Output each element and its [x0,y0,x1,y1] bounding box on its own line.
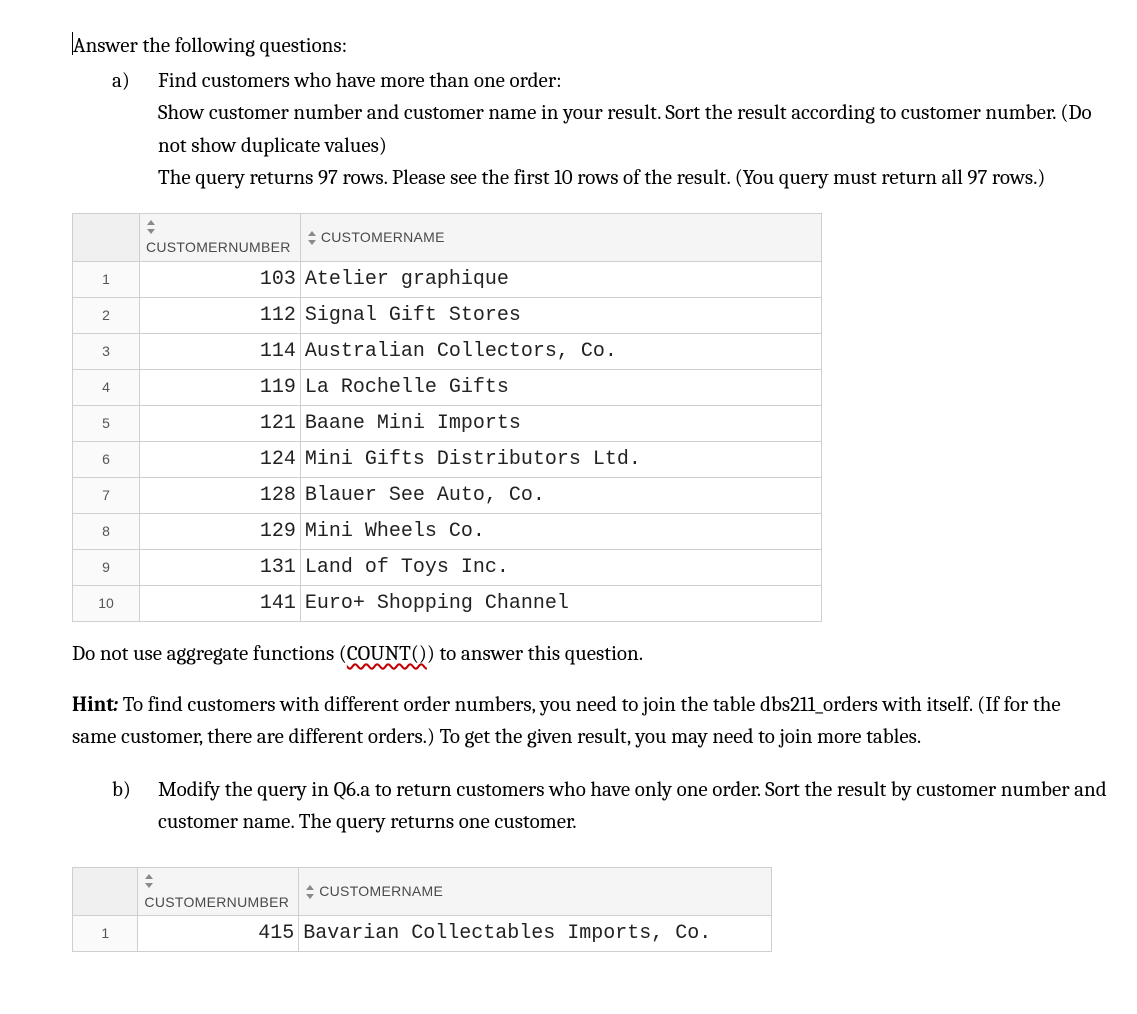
row-number: 6 [73,442,140,478]
question-a-line3: The query returns 97 rows. Please see th… [158,162,1107,195]
table-row: 5121Baane Mini Imports [73,406,822,442]
question-b-label: b) [112,774,158,807]
customer-name: La Rochelle Gifts [300,370,821,406]
column-header-customernumber[interactable]: CUSTOMERNUMBER [139,213,300,261]
customer-name: Baane Mini Imports [300,406,821,442]
result-table-a: CUSTOMERNUMBER CUSTOMERNAME 1103Atelier … [72,213,822,622]
customer-number: 129 [139,514,300,550]
count-function: COUNT() [347,642,427,666]
question-a-line1: Find customers who have more than one or… [158,65,1107,98]
column-header-customernumber[interactable]: CUSTOMERNUMBER [138,867,299,915]
row-number: 5 [73,406,140,442]
row-number: 2 [73,298,140,334]
table-row: 7128Blauer See Auto, Co. [73,478,822,514]
question-b-text: Modify the query in Q6.a to return custo… [158,774,1107,839]
no-aggregate-note: Do not use aggregate functions (COUNT())… [72,638,1107,671]
customer-name: Signal Gift Stores [300,298,821,334]
column-header-customername[interactable]: CUSTOMERNAME [299,867,772,915]
question-a-label: a) [112,65,158,98]
customer-name: Euro+ Shopping Channel [300,586,821,622]
row-number-header [73,867,138,915]
customer-number: 128 [139,478,300,514]
row-number: 9 [73,550,140,586]
row-number: 1 [73,916,138,952]
table-row: 3114Australian Collectors, Co. [73,334,822,370]
customer-number: 103 [139,262,300,298]
table-row: 1103Atelier graphique [73,262,822,298]
question-a: a) Find customers who have more than one… [112,65,1107,98]
customer-name: Atelier graphique [300,262,821,298]
customer-name: Land of Toys Inc. [300,550,821,586]
row-number: 10 [73,586,140,622]
question-a-line2: Show customer number and customer name i… [158,97,1107,162]
table-row: 2112Signal Gift Stores [73,298,822,334]
customer-number: 131 [139,550,300,586]
customer-number: 114 [139,334,300,370]
table-row: 8129Mini Wheels Co. [73,514,822,550]
table-row: 1415Bavarian Collectables Imports, Co. [73,916,772,952]
sort-icon [146,220,156,234]
intro-text: Answer the following questions: [72,30,1107,63]
question-b: b) Modify the query in Q6.a to return cu… [112,774,1107,839]
customer-name: Blauer See Auto, Co. [300,478,821,514]
row-number: 7 [73,478,140,514]
table-row: 10141Euro+ Shopping Channel [73,586,822,622]
customer-name: Australian Collectors, Co. [300,334,821,370]
row-number: 4 [73,370,140,406]
sort-icon [307,231,317,245]
customer-number: 124 [139,442,300,478]
row-number: 1 [73,262,140,298]
column-header-customername[interactable]: CUSTOMERNAME [300,213,821,261]
row-number: 8 [73,514,140,550]
hint-text: Hint: To find customers with different o… [72,689,1107,754]
sort-icon [305,885,315,899]
customer-name: Bavarian Collectables Imports, Co. [299,916,772,952]
customer-number: 119 [139,370,300,406]
table-row: 4119La Rochelle Gifts [73,370,822,406]
result-table-b: CUSTOMERNUMBER CUSTOMERNAME 1415Bavarian… [72,867,772,952]
customer-number: 141 [139,586,300,622]
customer-number: 415 [138,916,299,952]
table-row: 9131Land of Toys Inc. [73,550,822,586]
table-row: 6124Mini Gifts Distributors Ltd. [73,442,822,478]
sort-icon [144,874,154,888]
customer-name: Mini Gifts Distributors Ltd. [300,442,821,478]
row-number: 3 [73,334,140,370]
customer-name: Mini Wheels Co. [300,514,821,550]
customer-number: 112 [139,298,300,334]
customer-number: 121 [139,406,300,442]
row-number-header [73,213,140,261]
